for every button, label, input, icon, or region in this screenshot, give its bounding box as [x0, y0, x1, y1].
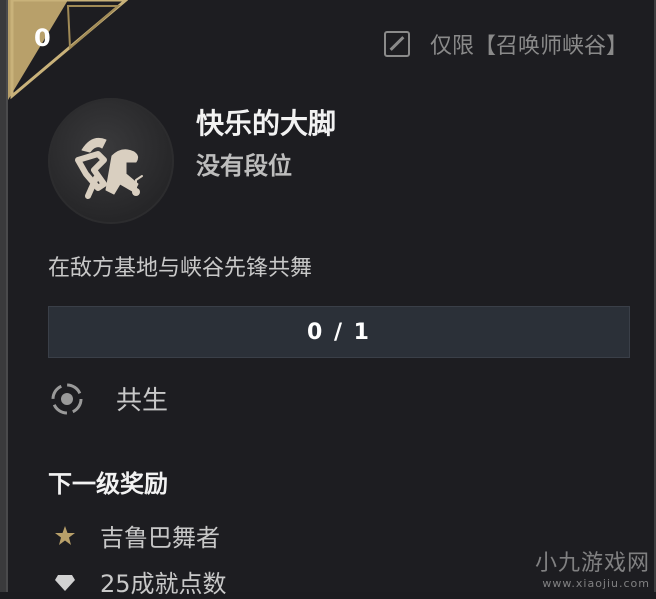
achievement-title: 快乐的大脚	[196, 102, 336, 142]
reward-item: 25成就点数	[54, 564, 227, 599]
achievement-rank: 没有段位	[196, 146, 292, 181]
restriction-text: 仅限【召唤师峡谷】	[430, 28, 628, 60]
watermark-url: www.xiaojiu.com	[535, 577, 650, 590]
mode-restriction: 仅限【召唤师峡谷】	[384, 28, 628, 60]
rewards-heading: 下一级奖励	[48, 464, 168, 499]
category-label: 共生	[116, 380, 168, 417]
dancing-emblem-icon	[48, 98, 174, 224]
star-reward-icon	[54, 525, 76, 547]
progress-bar: 0 / 1	[48, 306, 630, 358]
level-number: 0	[34, 24, 51, 52]
achievement-card: 0 仅限【召唤师峡谷】 快乐的大脚 没有段位 在敌方基地与峡谷先锋共舞 0 / …	[6, 0, 656, 592]
reward-label: 25成就点数	[100, 564, 227, 599]
category-row: 共生	[50, 380, 168, 417]
progress-text: 0 / 1	[307, 320, 371, 345]
teamwork-icon	[50, 382, 84, 416]
achievement-emblem	[48, 98, 174, 224]
watermark-title: 小九游戏网	[535, 545, 650, 577]
gem-reward-icon	[54, 571, 76, 593]
watermark: 小九游戏网 www.xiaojiu.com	[535, 545, 650, 590]
restricted-mode-icon	[384, 31, 410, 57]
reward-label: 吉鲁巴舞者	[100, 518, 220, 553]
level-corner-badge	[8, 0, 128, 100]
reward-item: 吉鲁巴舞者	[54, 518, 220, 553]
achievement-description: 在敌方基地与峡谷先锋共舞	[48, 250, 312, 282]
